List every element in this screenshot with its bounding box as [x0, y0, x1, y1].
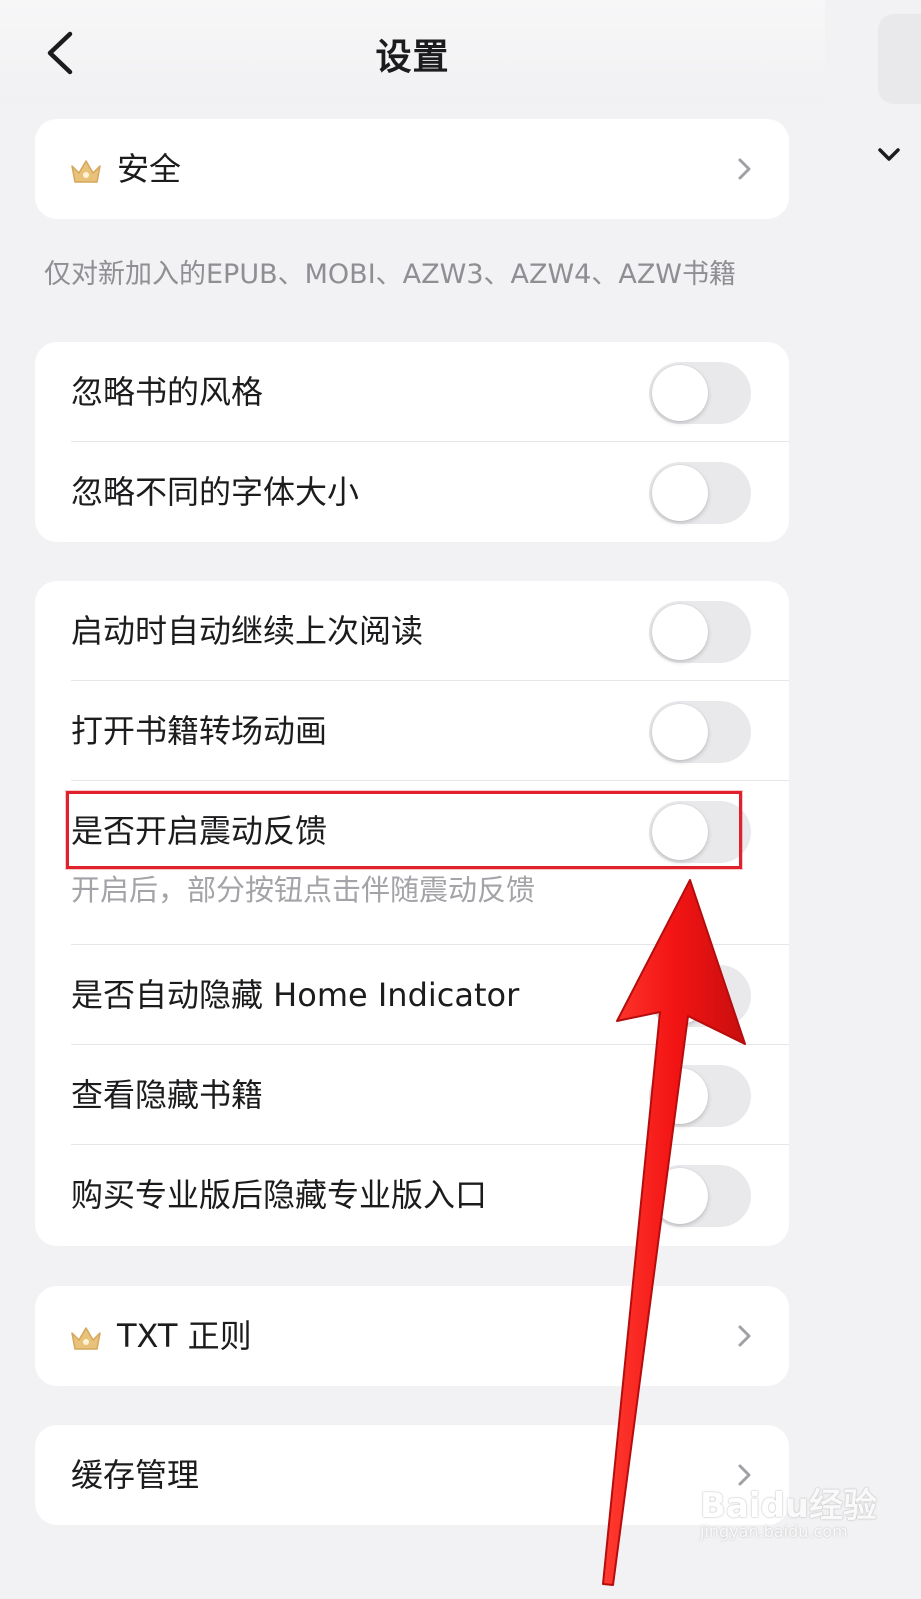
chevron-down-icon: [878, 148, 900, 161]
chevron-right-icon: [738, 1325, 751, 1347]
toggle-knob: [652, 1068, 708, 1124]
cache-management-card[interactable]: 缓存管理: [35, 1425, 789, 1525]
auto-resume-toggle[interactable]: [649, 601, 751, 663]
toggle-knob: [652, 465, 708, 521]
setting-row-hide-pro-entry: 购买专业版后隐藏专业版入口: [35, 1145, 789, 1245]
setting-label: 启动时自动继续上次阅读: [71, 612, 424, 650]
crown-icon: [71, 160, 101, 183]
annotation-highlight-box: [66, 791, 742, 869]
view-hidden-books-toggle[interactable]: [649, 1065, 751, 1127]
watermark: Baidu经验 jingyan.baidu.com: [700, 1478, 890, 1558]
toggle-knob: [652, 968, 708, 1024]
hide-pro-entry-toggle[interactable]: [649, 1165, 751, 1227]
open-animation-toggle[interactable]: [649, 701, 751, 763]
general-settings-card: 启动时自动继续上次阅读 打开书籍转场动画 是否开启震动反馈 开启后，部分按钮点击…: [35, 581, 789, 1246]
setting-label: 忽略书的风格: [71, 373, 264, 411]
setting-row-auto-resume: 启动时自动继续上次阅读: [35, 581, 789, 681]
setting-label: 查看隐藏书籍: [71, 1076, 264, 1114]
page-title: 设置: [375, 37, 450, 78]
setting-label: 是否自动隐藏 Home Indicator: [71, 976, 520, 1014]
style-settings-card: 忽略书的风格 忽略不同的字体大小: [35, 342, 789, 542]
security-label: 安全: [117, 150, 182, 188]
txt-regex-label: TXT 正则: [117, 1317, 252, 1355]
txt-regex-card[interactable]: TXT 正则: [35, 1286, 789, 1386]
security-card[interactable]: 安全: [35, 119, 789, 219]
toggle-knob: [652, 604, 708, 660]
setting-row-ignore-book-style: 忽略书的风格: [35, 342, 789, 442]
section-footnote: 仅对新加入的EPUB、MOBI、AZW3、AZW4、AZW书籍: [44, 259, 737, 290]
ignore-book-style-toggle[interactable]: [649, 362, 751, 424]
setting-row-open-animation: 打开书籍转场动画: [35, 681, 789, 781]
setting-row-hide-home-indicator: 是否自动隐藏 Home Indicator: [35, 945, 789, 1045]
toggle-knob: [652, 365, 708, 421]
toggle-knob: [652, 1168, 708, 1224]
hide-home-indicator-toggle[interactable]: [649, 965, 751, 1027]
crown-icon: [71, 1327, 101, 1350]
setting-label: 购买专业版后隐藏专业版入口: [71, 1176, 488, 1214]
adjacent-pane-card: [878, 14, 921, 104]
setting-description: 开启后，部分按钮点击伴随震动反馈: [71, 873, 536, 907]
cache-management-label: 缓存管理: [71, 1456, 200, 1494]
ignore-font-size-toggle[interactable]: [649, 462, 751, 524]
chevron-right-icon: [738, 158, 751, 180]
setting-row-ignore-font-size: 忽略不同的字体大小: [35, 442, 789, 542]
setting-row-view-hidden-books: 查看隐藏书籍: [35, 1045, 789, 1145]
toggle-knob: [652, 704, 708, 760]
adjacent-pane: [825, 0, 921, 1599]
nav-bar: 设置: [0, 0, 825, 102]
watermark-url: jingyan.baidu.com: [700, 1522, 848, 1541]
watermark-brand: Baidu经验: [700, 1486, 878, 1526]
setting-label: 忽略不同的字体大小: [71, 473, 360, 511]
setting-label: 打开书籍转场动画: [71, 712, 328, 750]
